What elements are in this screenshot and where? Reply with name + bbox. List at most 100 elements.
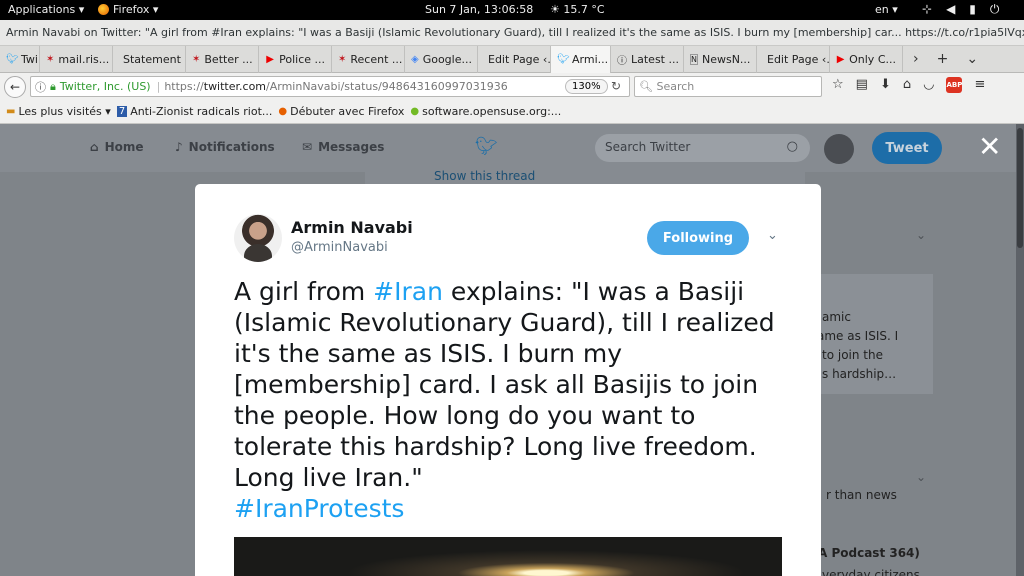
clock[interactable]: Sun 7 Jan, 13:06:58 [425,3,533,16]
bookmarks-toolbar: ▬ Les plus visités ▾ 7 Anti-Zionist radica… [0,100,1024,124]
background-text: A Podcast 364) [818,546,920,560]
downloads-icon[interactable]: ⬇ [880,77,891,93]
tweet-video[interactable] [234,537,782,576]
home-icon: ⌂ [90,140,99,154]
tweet-author-name[interactable]: Armin Navabi [291,218,413,237]
zoom-indicator[interactable]: 130% [565,79,608,94]
show-thread-link[interactable]: Show this thread [434,169,535,183]
home-icon[interactable]: ⌂ [903,77,911,93]
background-text: amic [822,310,851,324]
hashtag-link[interactable]: #IranProtests [234,494,404,523]
network-icon[interactable]: ⊹ [922,2,932,17]
search-input[interactable]: 🔍︎ Search [634,76,822,97]
nav-messages[interactable]: ✉ Messages [302,140,384,154]
bookmark-item[interactable]: ▬ Les plus visités ▾ [6,105,111,118]
folder-icon: ▬ [6,106,16,117]
list-all-tabs-icon[interactable]: ⌄ [966,51,978,67]
lock-icon[interactable]: 🔒︎ [50,80,56,94]
search-icon: 🔍︎ [639,80,653,93]
avatar[interactable] [234,214,282,262]
close-icon[interactable]: ✕ [978,132,1001,162]
bookmark-item[interactable]: ● software.opensuse.org:... [410,105,561,118]
background-text: ame as ISIS. I [817,329,899,343]
adblock-icon[interactable]: ABP [946,77,963,93]
tab[interactable]: ▶ Police ... [259,46,332,73]
chevron-down-icon[interactable]: ⌄ [916,228,926,242]
firefox-app-menu[interactable]: Firefox ▾ [98,3,158,16]
window-title: Armin Navabi on Twitter: "A girl from #I… [0,20,1024,46]
battery-icon[interactable]: ▮ [969,2,976,17]
firefox-icon: ● [278,106,288,117]
avatar[interactable] [824,134,854,164]
system-tray[interactable]: ⊹ ◀ ▮ ⏻ [922,2,999,17]
system-top-bar: Applications ▾ Firefox ▾ Sun 7 Jan, 13:0… [0,0,1024,20]
page-icon: ⓘ [617,56,627,67]
opensuse-icon: ● [410,106,420,117]
bookmark-star-icon[interactable]: ☆ [832,77,844,93]
tweet-text: A girl from #Iran explains: "I was a Bas… [234,277,775,523]
scroll-tabs-right-icon[interactable]: › [913,51,919,67]
chevron-down-icon[interactable]: ⌄ [916,470,926,484]
reading-list-icon[interactable]: ▤ [856,77,868,93]
tweet-author-handle[interactable]: @ArminNavabi [291,240,388,255]
pocket-icon[interactable]: ◡ [923,77,934,93]
tab[interactable]: N NewsN... [684,46,757,73]
following-button[interactable]: Following [647,221,749,255]
url-text[interactable]: https://twitter.com/ArminNavabi/status/9… [164,80,507,93]
hashtag-link[interactable]: #Iran [373,277,443,306]
star-icon: ✶ [192,54,201,65]
page-scrollbar[interactable] [1016,124,1024,576]
site-identity[interactable]: Twitter, Inc. (US) [60,80,151,93]
scrollbar-thumb[interactable] [1017,128,1023,248]
twitter-search-input[interactable]: Search Twitter ○ [595,134,810,162]
navigation-toolbar: ← ⓘ 🔒︎ Twitter, Inc. (US) | https://twit… [0,73,1024,100]
applications-menu[interactable]: Applications ▾ [8,3,84,16]
background-text: to join the [822,348,883,362]
star-icon: ✶ [338,54,347,65]
star-icon: ✶ [46,54,55,65]
tab[interactable]: Edit Page ‹... [478,46,551,73]
app-name: Firefox ▾ [113,3,159,16]
weather-indicator[interactable]: ☀ 15.7 °C [550,3,605,16]
tweet-modal: Armin Navabi @ArminNavabi Following ⌄ A … [195,184,821,576]
tab[interactable]: ▶ Only C... [830,46,903,73]
tab[interactable]: ✶ Recent ... [332,46,405,73]
toolbar-icons: ☆ ▤ ⬇ ⌂ ◡ ABP ≡ [832,77,985,93]
firefox-icon [98,4,109,15]
search-icon: ○ [786,139,798,154]
twitter-icon: 🐦︎ [557,54,570,65]
tab[interactable]: ✶ Better ... [186,46,259,73]
tab[interactable]: 🐦︎Twi... [0,46,40,73]
tab-active[interactable]: 🐦︎ Armi... [551,46,611,73]
newsnow-icon: N [690,54,698,65]
bookmark-item[interactable]: 7 Anti-Zionist radicals riot... [116,105,272,118]
twitter-bird-icon[interactable]: 🐦︎ [475,136,498,157]
tab[interactable]: Statement ... [113,46,186,73]
reload-icon[interactable]: ↻ [611,79,621,93]
nav-notifications[interactable]: ♪ Notifications [175,140,275,154]
background-text: veryday citizens [822,568,920,576]
youtube-icon: ▶ [266,54,274,65]
language-selector[interactable]: en ▾ [875,3,898,16]
background-text: r than news [826,488,897,502]
new-tab-button[interactable]: + [937,51,949,67]
chevron-down-icon[interactable]: ⌄ [767,228,778,243]
background-text: s hardship… [822,367,897,381]
url-bar[interactable]: ⓘ 🔒︎ Twitter, Inc. (US) | https://twitte… [30,76,630,97]
tab[interactable]: ◈ Google... [405,46,478,73]
power-icon[interactable]: ⏻ [990,2,1000,17]
tab[interactable]: ⓘ Latest ... [611,46,684,73]
youtube-icon: ▶ [836,54,845,65]
back-button[interactable]: ← [4,75,26,98]
menu-icon[interactable]: ≡ [974,77,985,93]
avatar-figure [244,244,272,262]
twitter-nav: ⌂ Home ♪ Notifications ✉ Messages 🐦︎ Search… [0,124,1016,172]
translate-icon: ◈ [411,54,419,65]
info-icon[interactable]: ⓘ [35,79,46,95]
tweet-button[interactable]: Tweet [872,132,942,164]
bookmark-item[interactable]: ● Débuter avec Firefox [278,105,404,118]
nav-home[interactable]: ⌂ Home [90,140,144,154]
volume-icon[interactable]: ◀ [946,2,955,17]
tab[interactable]: Edit Page ‹... [757,46,830,73]
tab[interactable]: ✶ mail.ris... [40,46,113,73]
